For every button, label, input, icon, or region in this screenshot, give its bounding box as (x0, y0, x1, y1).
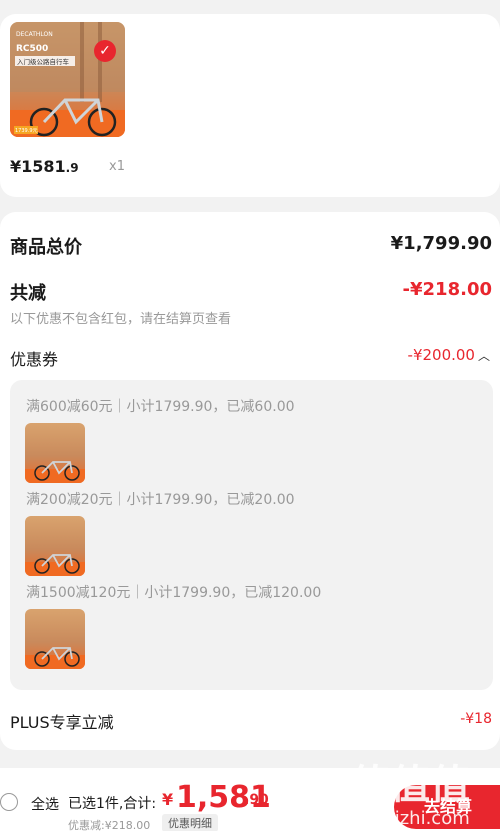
thumb-price: 1739.9元 (15, 128, 38, 134)
coupon-label[interactable]: 优惠券 (10, 346, 58, 370)
sum-currency: ¥ (162, 790, 174, 809)
chevron-up-icon: ︿ (477, 349, 490, 363)
discount-amount: 优惠减:¥218.00 (68, 819, 151, 831)
checkout-button[interactable]: 去结算 (394, 785, 500, 829)
select-all-label[interactable]: 全选 (31, 794, 59, 814)
thumb-subtitle: 入门级公路自行车 (17, 57, 70, 66)
thumb-brand: DECATHLON (16, 31, 53, 38)
plus-discount-label: PLUS专享立减 (10, 713, 114, 732)
discount-note: 以下优惠不包含红包，请在结算页查看 (10, 312, 232, 327)
thumb-model: RC500 (16, 44, 48, 54)
product-thumbnail[interactable]: DECATHLON RC500 入门级公路自行车 1739.9元 (10, 22, 125, 137)
coupon-line-2: 满200减20元｜小计1799.90，已减20.00 (26, 492, 295, 508)
coupon-value: -¥200.00 (407, 346, 475, 364)
total-reduce-label: 共减 (10, 283, 46, 304)
item-price: ¥1581.9 (10, 157, 79, 176)
select-all-radio[interactable] (0, 793, 18, 811)
coupon-line-3: 满1500减120元｜小计1799.90，已减120.00 (26, 585, 322, 601)
selected-count-text: 已选1件,合计: (68, 796, 157, 812)
coupon-item-thumbnail (25, 516, 85, 576)
coupon-item-thumbnail (25, 423, 85, 483)
plus-discount-value: -¥18 (460, 711, 492, 727)
coupon-item-thumbnail (25, 609, 85, 669)
total-reduce-value: -¥218.00 (402, 279, 492, 300)
total-price-value: ¥1,799.90 (390, 233, 492, 254)
total-price-label: 商品总价 (10, 237, 82, 258)
checkmark-icon[interactable]: ✓ (94, 40, 116, 62)
sum-decimal: .90 (244, 792, 269, 808)
coupon-line-1: 满600减60元｜小计1799.90，已减60.00 (26, 399, 295, 415)
discount-detail-button[interactable]: 优惠明细 (162, 814, 218, 831)
item-quantity: x1 (109, 159, 125, 174)
coupon-toggle[interactable]: -¥200.00 ︿ (408, 346, 490, 364)
